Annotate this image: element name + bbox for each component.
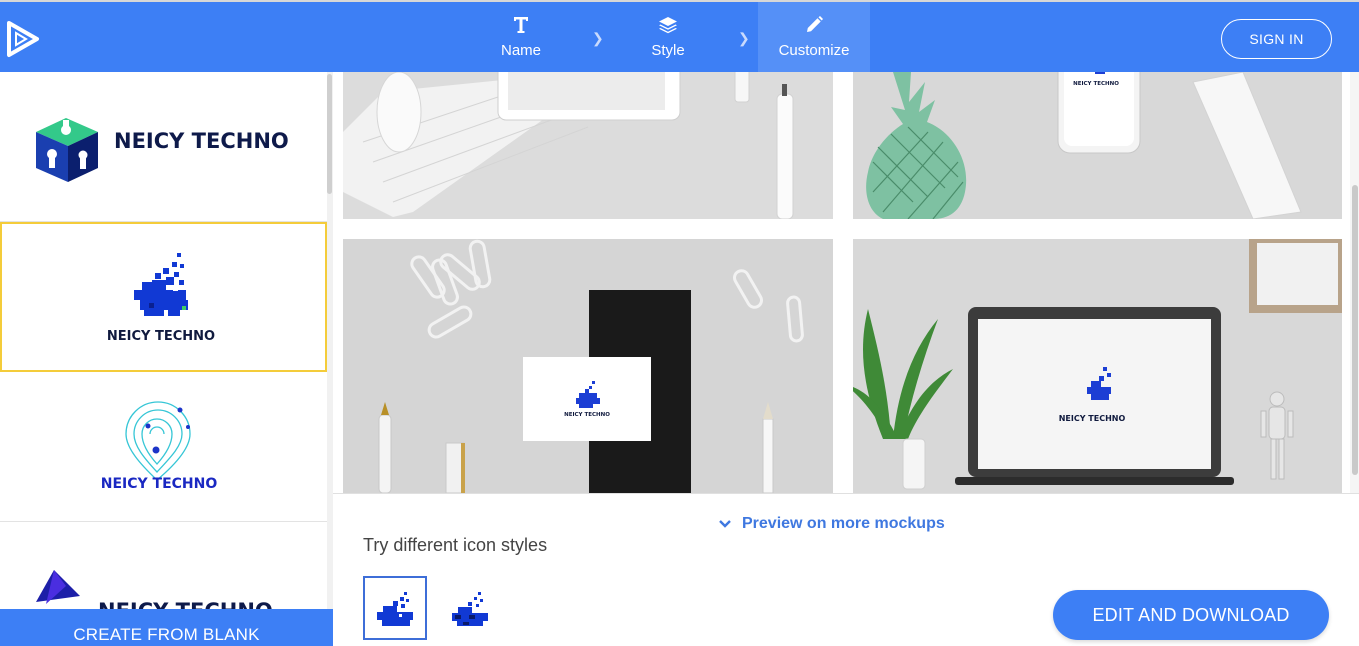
mockup-laptop: NEICY TECHNO — [853, 239, 1342, 493]
cube-logo-preview: NEICY TECHNO — [36, 118, 289, 182]
mockup-desk-tablet: NEICY TECHNO — [343, 72, 833, 219]
step-name[interactable]: Name — [465, 2, 577, 72]
logo-option-card[interactable]: NEICY TECHNO — [0, 72, 327, 222]
pixel-icon-outlined — [452, 592, 488, 626]
icon-style-option-selected[interactable] — [363, 576, 427, 640]
logo-options-sidebar: NEICY TECHNO NEICY TECHNO NEICY TECHNO C… — [0, 72, 333, 646]
app-logo-icon[interactable] — [6, 20, 40, 58]
logo-option-text: NEICY TECHNO — [107, 329, 215, 344]
pen-image — [776, 93, 794, 219]
step-customize[interactable]: Customize — [758, 2, 870, 72]
top-navigation-bar: Name ❯ Style ❯ Customize SIGN IN — [0, 0, 1359, 72]
mockups-scrollbar-thumb[interactable] — [1352, 185, 1358, 475]
sign-in-button[interactable]: SIGN IN — [1221, 19, 1332, 59]
card-brand-text: NEICY TECHNO — [564, 412, 610, 418]
preview-more-mockups-link[interactable]: Preview on more mockups — [718, 515, 945, 533]
step-customize-label: Customize — [778, 42, 850, 59]
edit-and-download-button[interactable]: EDIT AND DOWNLOAD — [1053, 590, 1329, 640]
icon-styles-label: Try different icon styles — [363, 535, 548, 555]
sidebar-scrollbar-thumb[interactable] — [327, 74, 332, 194]
mockup-business-card: NEICY TECHNO — [343, 239, 833, 493]
icon-style-option[interactable] — [437, 576, 501, 640]
svg-text:NEICY TECHNO: NEICY TECHNO — [1073, 81, 1119, 87]
logo-option-card-selected[interactable]: NEICY TECHNO — [0, 222, 327, 372]
step-style[interactable]: Style — [612, 2, 724, 72]
chevron-right-icon: ❯ — [738, 30, 750, 46]
preview-more-mockups-label: Preview on more mockups — [742, 515, 945, 532]
layers-icon — [659, 17, 677, 34]
mouse-image — [376, 72, 422, 153]
customize-panel: Preview on more mockups Try different ic… — [333, 493, 1359, 646]
chevron-down-icon — [719, 520, 731, 528]
fingerprint-logo-preview: NEICY TECHNO — [101, 401, 218, 492]
text-icon — [514, 17, 528, 33]
pixel-icon-solid — [377, 592, 413, 626]
logo-option-card[interactable]: NEICY TECHNO — [0, 372, 327, 522]
logo-option-text: NEICY TECHNO — [101, 476, 218, 492]
create-from-blank-button[interactable]: CREATE FROM BLANK — [0, 609, 333, 646]
mockup-pineapple-phone: NEICY TECHNO — [853, 72, 1342, 219]
svg-text:NEICY TECHNO: NEICY TECHNO — [568, 72, 606, 74]
pixel-logo-preview: NEICY TECHNO — [107, 253, 215, 344]
step-style-label: Style — [651, 42, 685, 59]
chevron-right-icon: ❯ — [592, 30, 604, 46]
step-name-label: Name — [500, 42, 541, 59]
picture-frame-image — [1249, 239, 1342, 313]
logo-option-text: NEICY TECHNO — [114, 129, 289, 153]
pencil-icon — [807, 16, 823, 32]
laptop-brand-text: NEICY TECHNO — [1059, 414, 1126, 423]
